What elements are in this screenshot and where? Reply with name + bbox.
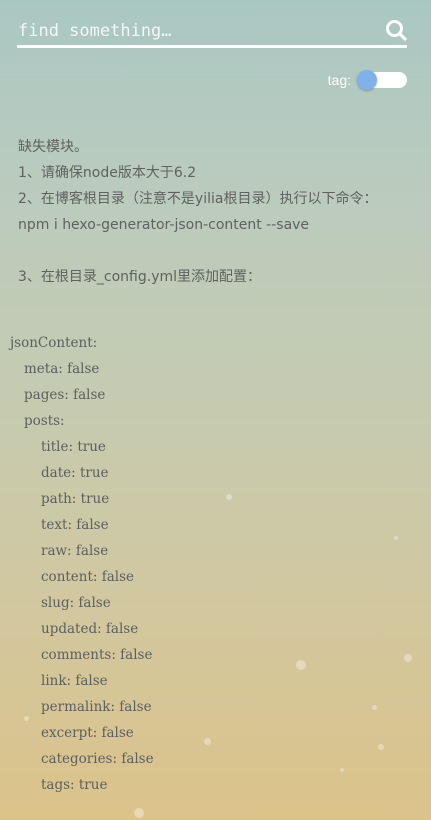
config-pages: pages: false <box>24 387 106 403</box>
tag-toggle[interactable] <box>357 70 407 90</box>
bokeh-particle <box>226 494 232 500</box>
notice-line: 3、在根目录_config.yml里添加配置： <box>18 269 262 285</box>
search-bar <box>17 14 407 48</box>
search-input[interactable] <box>17 17 378 45</box>
config-posts-excerpt: excerpt: false <box>41 725 134 741</box>
bokeh-particle <box>372 705 377 710</box>
config-posts-raw: raw: false <box>41 543 109 559</box>
config-posts-title: title: true <box>41 439 106 455</box>
config-posts-text: text: false <box>41 517 109 533</box>
toggle-knob[interactable] <box>357 70 377 90</box>
search-icon[interactable] <box>385 19 407 41</box>
config-posts-path: path: true <box>41 491 110 507</box>
notice-line: 缺失模块。 <box>18 139 88 155</box>
config-meta: meta: false <box>24 361 100 377</box>
config-posts-link: link: false <box>41 673 108 689</box>
config-posts-slug: slug: false <box>41 595 111 611</box>
config-posts-comments: comments: false <box>41 647 153 663</box>
bokeh-particle <box>296 660 306 670</box>
bokeh-particle <box>394 536 398 540</box>
config-root-key: jsonContent: <box>10 335 98 351</box>
config-code-block: jsonContent: meta: false pages: false po… <box>10 330 154 798</box>
tag-filter: tag: <box>328 70 407 90</box>
notice-command: npm i hexo-generator-json-content --save <box>18 217 310 233</box>
config-posts-date: date: true <box>41 465 109 481</box>
bokeh-particle <box>134 808 144 818</box>
bokeh-particle <box>204 738 211 745</box>
config-posts-updated: updated: false <box>41 621 139 637</box>
config-posts-categories: categories: false <box>41 751 154 767</box>
notice-line: 2、在博客根目录（注意不是yilia根目录）执行以下命令： <box>18 191 378 207</box>
bokeh-particle <box>340 768 344 772</box>
tag-label: tag: <box>327 72 351 88</box>
config-posts-content: content: false <box>41 569 135 585</box>
bokeh-particle <box>404 654 412 662</box>
config-posts-tags: tags: true <box>41 777 108 793</box>
config-posts-key: posts: <box>24 413 65 429</box>
bokeh-particle <box>378 744 384 750</box>
notice-line: 1、请确保node版本大于6.2 <box>18 165 197 181</box>
missing-module-notice: 缺失模块。 1、请确保node版本大于6.2 2、在博客根目录（注意不是yili… <box>18 134 377 290</box>
config-posts-permalink: permalink: false <box>41 699 152 715</box>
